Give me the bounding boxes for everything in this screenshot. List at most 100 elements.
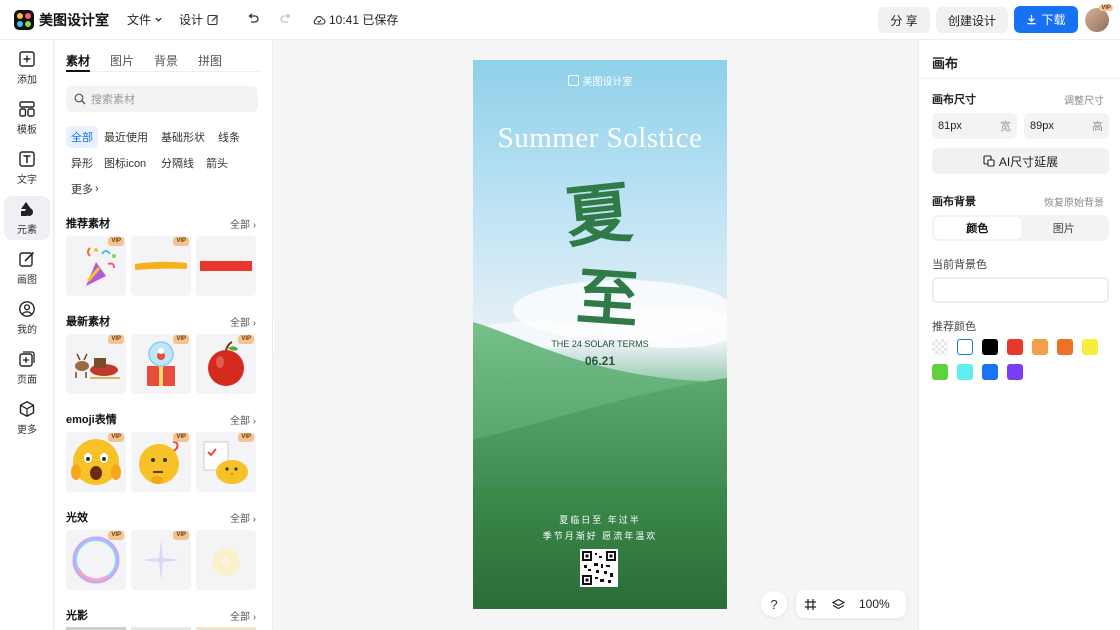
section-all-light-effects[interactable]: 全部 › (230, 510, 256, 525)
chip-more[interactable]: 更多 › (66, 178, 104, 200)
nav-more[interactable]: 更多 (4, 396, 50, 440)
chip-arrows[interactable]: 箭头 (201, 152, 233, 174)
nav-elements[interactable]: 元素 (4, 196, 50, 240)
help-button[interactable]: ? (761, 591, 787, 617)
nav-text[interactable]: 文字 (4, 146, 50, 190)
asset-thinking-emoji[interactable]: VIP (131, 432, 191, 492)
chevron-right-icon: › (252, 318, 257, 329)
qr-code (580, 549, 618, 587)
current-bg-color-swatch[interactable] (932, 277, 1109, 303)
qr-code-icon (582, 551, 616, 585)
undo-icon[interactable] (246, 12, 260, 26)
chip-more-label: 更多 (71, 184, 93, 196)
restore-bg-link[interactable]: 恢复原始背景 (1044, 194, 1104, 209)
download-label: 下载 (1041, 13, 1066, 27)
asset-rainbow-bubble[interactable]: VIP (66, 530, 126, 590)
share-button[interactable]: 分 享 (878, 7, 930, 33)
ai-size-extend-label: AI尺寸延展 (998, 154, 1059, 169)
bg-type-image[interactable]: 图片 (1021, 217, 1108, 239)
vip-badge: VIP (108, 433, 124, 442)
asset-star-sparkle[interactable]: VIP (131, 530, 191, 590)
chip-icons[interactable]: 图标icon (99, 152, 151, 174)
search-input[interactable]: 搜索素材 (66, 86, 258, 112)
left-nav: 添加 模板 文字 元素 画图 我的 页面 更多 (0, 40, 54, 630)
section-all-light-shadow[interactable]: 全部 › (230, 608, 256, 623)
swatch-red[interactable] (1007, 339, 1023, 355)
template-icon (19, 101, 35, 117)
chip-all[interactable]: 全部 (66, 126, 98, 148)
file-menu[interactable]: 文件 (127, 11, 163, 28)
nav-add[interactable]: 添加 (4, 46, 50, 90)
asset-red-bar[interactable] (196, 236, 256, 296)
bg-type-color[interactable]: 颜色 (934, 217, 1021, 239)
redo-icon[interactable] (279, 12, 293, 26)
swatch-white[interactable] (957, 339, 973, 355)
poster-title-cn-2: 至 (574, 259, 642, 338)
zoom-level[interactable]: 100% (859, 597, 890, 611)
section-all-latest[interactable]: 全部 › (230, 314, 256, 329)
swatch-green[interactable] (932, 364, 948, 380)
asset-red-apple[interactable]: VIP (196, 334, 256, 394)
plus-square-icon (19, 51, 35, 67)
swatch-yellow[interactable] (1082, 339, 1098, 355)
vip-badge: VIP (238, 335, 254, 344)
height-field[interactable]: 89px 高 (1024, 113, 1109, 139)
chevron-right-icon: › (252, 416, 257, 427)
vip-badge: VIP (108, 531, 124, 540)
section-all-emoji[interactable]: 全部 › (230, 412, 256, 427)
poster-brand: 美图设计室 (473, 73, 727, 88)
file-menu-label: 文件 (127, 13, 152, 27)
chevron-right-icon: › (252, 612, 257, 623)
adjust-size-link[interactable]: 调整尺寸 (1064, 92, 1104, 107)
asset-party-popper[interactable]: VIP (66, 236, 126, 296)
nav-mine[interactable]: 我的 (4, 296, 50, 340)
swatch-orange[interactable] (1057, 339, 1073, 355)
width-unit: 宽 (1000, 121, 1011, 133)
asset-chick-checklist[interactable]: VIP (196, 432, 256, 492)
vip-badge: VIP (173, 433, 189, 442)
swatch-cyan[interactable] (957, 364, 973, 380)
swatch-purple[interactable] (1007, 364, 1023, 380)
all-label: 全部 (230, 416, 250, 427)
section-all-recommended[interactable]: 全部 › (230, 216, 256, 231)
asset-snow-globe[interactable]: VIP (131, 334, 191, 394)
draw-icon (19, 251, 35, 267)
swatch-light-orange[interactable] (1032, 339, 1048, 355)
chevron-right-icon: › (95, 183, 99, 195)
swatch-transparent[interactable] (932, 339, 948, 355)
download-button[interactable]: 下载 (1014, 6, 1078, 33)
avatar[interactable]: VIP (1085, 5, 1113, 32)
cloud-icon (312, 14, 326, 26)
app-logo[interactable]: 美图设计室 (14, 9, 109, 30)
layers-icon[interactable] (832, 598, 845, 611)
chip-recent[interactable]: 最近使用 (99, 126, 153, 148)
save-status-text: 10:41 已保存 (329, 13, 399, 27)
swatch-black[interactable] (982, 339, 998, 355)
chip-basic-shapes[interactable]: 基础形状 (156, 126, 210, 148)
tab-images[interactable]: 图片 (110, 52, 134, 72)
nav-template[interactable]: 模板 (4, 96, 50, 140)
nav-draw[interactable]: 画图 (4, 246, 50, 290)
design-menu[interactable]: 设计 (179, 11, 219, 28)
asset-shocked-emoji[interactable]: VIP (66, 432, 126, 492)
panel-title: 画布 (932, 56, 959, 71)
vip-badge: VIP (108, 237, 124, 246)
chip-dividers[interactable]: 分隔线 (156, 152, 199, 174)
poster-canvas[interactable]: 美图设计室 Summer Solstice 夏 至 THE 24 SOLAR T… (473, 60, 727, 609)
ai-size-extend-button[interactable]: AI尺寸延展 (932, 148, 1109, 174)
asset-reindeer-sleigh[interactable]: VIP (66, 334, 126, 394)
nav-draw-label: 画图 (17, 275, 37, 286)
tab-backgrounds[interactable]: 背景 (154, 52, 178, 72)
create-design-button[interactable]: 创建设计 (936, 7, 1008, 33)
chip-lines[interactable]: 线条 (213, 126, 245, 148)
asset-yellow-brush[interactable]: VIP (131, 236, 191, 296)
tab-materials[interactable]: 素材 (66, 52, 91, 72)
chip-irregular[interactable]: 异形 (66, 152, 98, 174)
width-field[interactable]: 81px 宽 (932, 113, 1017, 139)
swatch-blue[interactable] (982, 364, 998, 380)
grid-icon[interactable] (804, 598, 817, 611)
nav-page[interactable]: 页面 (4, 346, 50, 390)
asset-glow-light[interactable] (196, 530, 256, 590)
tab-collage[interactable]: 拼图 (198, 52, 222, 72)
brand-logo-icon (567, 75, 579, 86)
